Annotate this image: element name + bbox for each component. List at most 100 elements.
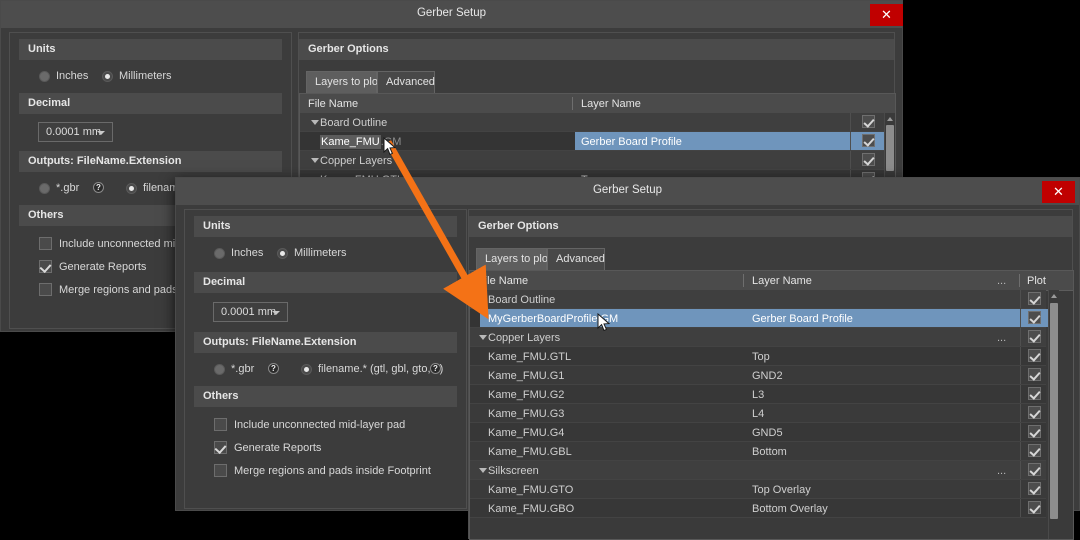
help-icon-gbr[interactable]: ? xyxy=(93,182,104,193)
scroll-up-icon[interactable] xyxy=(887,117,893,121)
front-checkbox-merge[interactable] xyxy=(214,464,227,477)
cell-file-name: Copper Layers xyxy=(320,155,393,167)
cell-plot[interactable] xyxy=(1020,328,1048,346)
plot-checkbox[interactable] xyxy=(1027,368,1041,381)
front-radio-millimeters[interactable] xyxy=(277,248,288,259)
expander-collapse-icon[interactable] xyxy=(311,120,319,125)
cell-options-dots[interactable]: ... xyxy=(997,332,1006,344)
front-tab-advanced[interactable]: Advanced xyxy=(547,248,605,270)
chevron-down-icon xyxy=(272,311,280,315)
table-group-row[interactable]: Copper Layers... xyxy=(470,328,1046,347)
back-scroll-thumb[interactable] xyxy=(886,125,894,171)
plot-checkbox[interactable] xyxy=(1027,444,1041,457)
back-tab-layers-to-plot[interactable]: Layers to plot xyxy=(306,71,381,93)
cell-plot[interactable] xyxy=(1020,290,1048,308)
back-radio-filename[interactable] xyxy=(126,183,137,194)
table-row[interactable]: Kame_FMU.GTL Top xyxy=(470,347,1046,366)
table-group-row[interactable]: Board Outline xyxy=(470,290,1046,309)
plot-checkbox[interactable] xyxy=(1027,501,1041,514)
cell-plot[interactable] xyxy=(1020,404,1048,422)
cell-plot[interactable] xyxy=(1020,461,1048,479)
plot-checkbox[interactable] xyxy=(861,134,875,147)
table-row[interactable]: Kame_FMU.GBO Bottom Overlay xyxy=(470,499,1046,518)
back-radio-inches[interactable] xyxy=(39,71,50,82)
back-titlebar[interactable]: Gerber Setup ✕ xyxy=(1,1,903,28)
expander-collapse-icon[interactable] xyxy=(479,468,487,473)
front-layers-table[interactable]: File Name Layer Name ... Plot Board Outl… xyxy=(469,270,1074,540)
table-row[interactable]: Kame_FMU.G1 GND2 xyxy=(470,366,1046,385)
front-col-plot[interactable]: Plot xyxy=(1027,275,1046,287)
front-table-rows[interactable]: Board Outline MyGerberBoardProfile.GM Gerb… xyxy=(470,290,1073,539)
back-checkbox-midlayer[interactable] xyxy=(39,237,52,250)
front-scroll-thumb[interactable] xyxy=(1050,303,1058,519)
front-radio-gbr[interactable] xyxy=(214,364,225,375)
cell-plot[interactable] xyxy=(1020,309,1048,327)
plot-checkbox[interactable] xyxy=(1027,387,1041,400)
cell-options-dots[interactable]: ... xyxy=(997,465,1006,477)
cell-plot[interactable] xyxy=(1020,423,1048,441)
plot-checkbox[interactable] xyxy=(1027,292,1041,305)
expander-collapse-icon[interactable] xyxy=(479,297,487,302)
cell-plot[interactable] xyxy=(1020,442,1048,460)
cell-layer-name: GND5 xyxy=(752,427,783,439)
back-radio-gbr[interactable] xyxy=(39,183,50,194)
table-row[interactable]: Kame_FMU.GM Gerber Board Profile xyxy=(300,132,886,151)
table-group-row[interactable]: Silkscreen... xyxy=(470,461,1046,480)
table-group-row[interactable]: Board Outline xyxy=(300,113,884,132)
cell-plot[interactable] xyxy=(1020,385,1048,403)
front-tab-layers-to-plot[interactable]: Layers to plot xyxy=(476,248,551,270)
front-col-file-name[interactable]: File Name xyxy=(478,275,528,287)
back-checkbox-merge[interactable] xyxy=(39,283,52,296)
table-row[interactable]: MyGerberBoardProfile.GM Gerber Board Prof… xyxy=(470,309,1048,328)
table-row[interactable]: Kame_FMU.G3 L4 xyxy=(470,404,1046,423)
back-checkbox-reports[interactable] xyxy=(39,260,52,273)
gerber-setup-dialog-front[interactable]: Gerber Setup ✕ Units Inches Millimeters … xyxy=(175,177,1080,540)
front-col-layer-name[interactable]: Layer Name xyxy=(752,275,812,287)
plot-checkbox[interactable] xyxy=(1027,406,1041,419)
plot-checkbox[interactable] xyxy=(1027,425,1041,438)
front-radio-filename[interactable] xyxy=(301,364,312,375)
front-decimal-header: Decimal xyxy=(194,272,457,293)
front-table-scrollbar[interactable] xyxy=(1048,290,1059,539)
table-row[interactable]: Kame_FMU.GBL Bottom xyxy=(470,442,1046,461)
scroll-up-icon[interactable] xyxy=(1051,294,1057,298)
help-icon-filename[interactable]: ? xyxy=(430,363,441,374)
back-col-file-name[interactable]: File Name xyxy=(308,98,358,110)
front-close-button[interactable]: ✕ xyxy=(1042,181,1075,203)
cell-plot[interactable] xyxy=(1020,366,1048,384)
cell-plot[interactable] xyxy=(1020,480,1048,498)
table-group-row[interactable]: Copper Layers... xyxy=(300,151,884,170)
plot-checkbox[interactable] xyxy=(861,153,875,166)
plot-checkbox[interactable] xyxy=(861,115,875,128)
front-decimal-combo[interactable]: 0.0001 mm xyxy=(213,302,288,322)
back-radio-millimeters[interactable] xyxy=(102,71,113,82)
expander-collapse-icon[interactable] xyxy=(311,158,319,163)
back-decimal-combo[interactable]: 0.0001 mm xyxy=(38,122,113,142)
help-icon-gbr[interactable]: ? xyxy=(268,363,279,374)
table-row[interactable]: Kame_FMU.GTO Top Overlay xyxy=(470,480,1046,499)
front-col-dots[interactable]: ... xyxy=(997,275,1006,287)
plot-column-divider xyxy=(1020,309,1021,327)
front-checkbox-reports[interactable] xyxy=(214,441,227,454)
plot-checkbox[interactable] xyxy=(1027,349,1041,362)
front-radio-inches[interactable] xyxy=(214,248,225,259)
cell-plot[interactable] xyxy=(850,151,886,169)
plot-column-divider xyxy=(1020,423,1021,441)
cell-plot[interactable] xyxy=(1020,499,1048,517)
plot-checkbox[interactable] xyxy=(1027,311,1041,324)
cell-plot[interactable] xyxy=(850,113,886,131)
front-titlebar[interactable]: Gerber Setup ✕ xyxy=(176,178,1079,205)
back-close-button[interactable]: ✕ xyxy=(870,4,903,26)
back-tab-advanced[interactable]: Advanced xyxy=(377,71,435,93)
table-row[interactable]: Kame_FMU.G4 GND5 xyxy=(470,423,1046,442)
plot-checkbox[interactable] xyxy=(1027,482,1041,495)
cell-plot[interactable] xyxy=(850,132,886,150)
plot-checkbox[interactable] xyxy=(1027,330,1041,343)
expander-collapse-icon[interactable] xyxy=(479,335,487,340)
cell-layer-name: L3 xyxy=(752,389,765,401)
back-col-layer-name[interactable]: Layer Name xyxy=(581,98,641,110)
plot-checkbox[interactable] xyxy=(1027,463,1041,476)
front-checkbox-midlayer[interactable] xyxy=(214,418,227,431)
cell-plot[interactable] xyxy=(1020,347,1048,365)
table-row[interactable]: Kame_FMU.G2 L3 xyxy=(470,385,1046,404)
